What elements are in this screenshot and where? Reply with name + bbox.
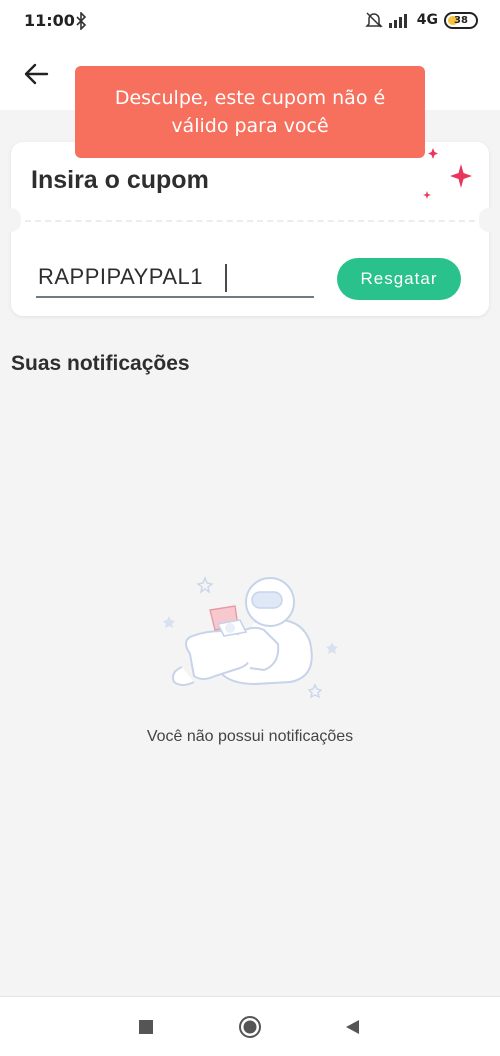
error-toast: Desculpe, este cupom não é válido para v… <box>75 66 425 158</box>
arrow-left-icon <box>24 63 49 85</box>
empty-notifications-text: Você não possui notificações <box>146 728 354 745</box>
notifications-title: Suas notificações <box>11 352 190 375</box>
home-icon <box>239 1016 261 1038</box>
battery-percent: 38 <box>454 14 468 26</box>
ticket-divider <box>25 220 475 222</box>
ticket-notch-left <box>1 208 21 232</box>
signal-icon <box>388 14 407 28</box>
coupon-field[interactable] <box>36 258 314 298</box>
ticket-notch-right <box>479 208 499 232</box>
toast-message: Desculpe, este cupom não é válido para v… <box>114 87 386 137</box>
text-caret <box>225 264 227 292</box>
coupon-title: Insira o cupom <box>31 166 209 194</box>
status-icons: 4G 38 <box>364 9 478 31</box>
recent-apps-button[interactable] <box>134 1015 158 1039</box>
status-time: 11:00 <box>24 11 75 30</box>
network-label: 4G <box>416 12 438 28</box>
coupon-input[interactable] <box>36 258 314 296</box>
status-bar: 11:00 4G 38 <box>0 0 500 40</box>
redeem-button[interactable]: Resgatar <box>337 258 461 300</box>
recent-apps-icon <box>139 1020 153 1034</box>
alarm-off-icon <box>364 12 383 28</box>
astronaut-illustration <box>163 576 338 699</box>
system-nav-bar <box>0 996 500 1056</box>
home-button[interactable] <box>238 1015 262 1039</box>
back-icon <box>346 1020 359 1034</box>
nav-back-button[interactable] <box>340 1015 364 1039</box>
battery-icon: 38 <box>444 11 478 29</box>
bluetooth-icon <box>76 12 87 30</box>
coupon-card: Insira o cupom Resgatar <box>1 142 499 316</box>
back-button[interactable] <box>20 58 52 90</box>
